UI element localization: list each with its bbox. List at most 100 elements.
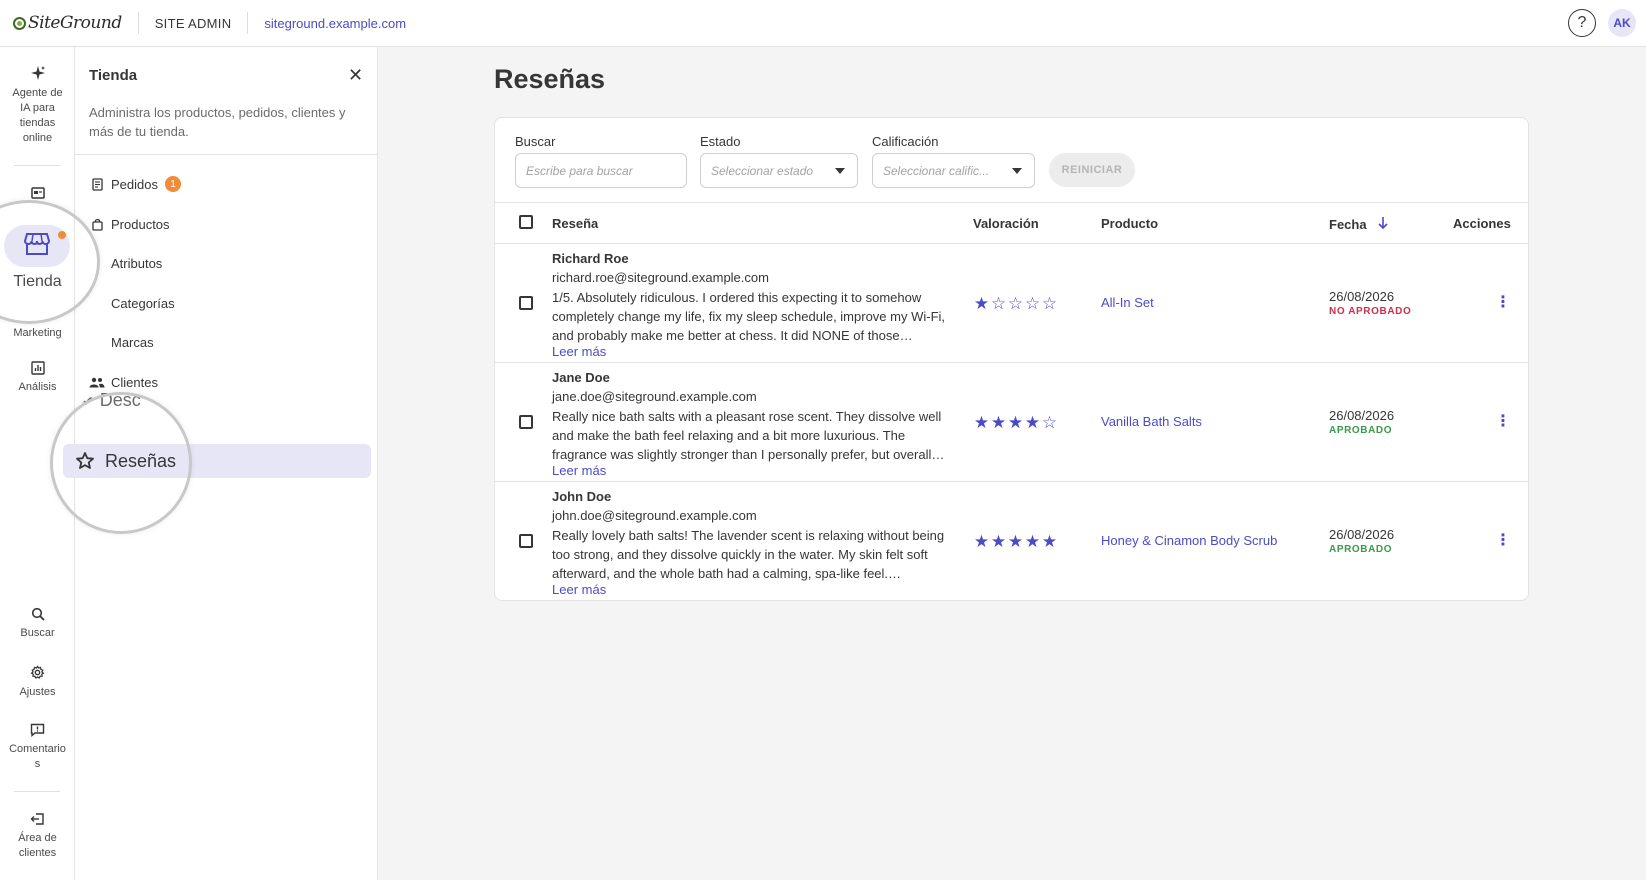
logout-icon xyxy=(30,812,45,826)
divider xyxy=(14,791,60,792)
panel-item-reviews[interactable]: Reseñas xyxy=(63,444,371,478)
divider xyxy=(247,12,249,34)
row-checkbox[interactable] xyxy=(519,415,533,429)
star-filled-icon: ★ xyxy=(1041,532,1058,551)
rail-item-label: Ajustes xyxy=(19,686,56,698)
logo-icon xyxy=(13,16,26,30)
read-more-link[interactable]: Leer más xyxy=(552,344,606,359)
panel-item-brands[interactable]: Marcas xyxy=(75,330,378,354)
more-actions-icon[interactable]: ⋮ xyxy=(1495,411,1511,431)
users-icon xyxy=(89,377,105,388)
sparkle-icon xyxy=(30,65,46,81)
star-empty-icon: ☆ xyxy=(1024,294,1041,313)
avatar[interactable]: AK xyxy=(1608,9,1636,37)
close-icon[interactable]: ✕ xyxy=(348,65,363,86)
rail-item-dashboard[interactable] xyxy=(0,187,75,204)
rail-item-ai-agent[interactable]: Agente de IA para tiendas online xyxy=(0,65,75,146)
reviewer-name: Jane Doe xyxy=(552,370,610,385)
panel-item-discounts-partial[interactable]: ✔ Desc xyxy=(82,390,141,411)
dashboard-icon xyxy=(30,187,45,199)
more-actions-icon[interactable]: ⋮ xyxy=(1495,292,1511,312)
orders-count-badge: 1 xyxy=(164,176,181,192)
column-header-date[interactable]: Fecha xyxy=(1329,216,1388,232)
panel-description: Administra los productos, pedidos, clien… xyxy=(89,105,346,139)
rail-item-label: Área de clientes xyxy=(18,832,57,859)
panel-item-label: Atributos xyxy=(111,255,163,271)
panel-title: Tienda xyxy=(89,67,138,84)
product-link[interactable]: Honey & Cinamon Body Scrub xyxy=(1101,533,1277,548)
panel-item-attributes[interactable]: Atributos xyxy=(75,251,378,275)
search-placeholder: Escribe para buscar xyxy=(526,163,633,178)
column-header-rating[interactable]: Valoración xyxy=(973,216,1039,231)
column-header-product[interactable]: Producto xyxy=(1101,216,1158,231)
more-actions-icon[interactable]: ⋮ xyxy=(1495,530,1511,550)
rail-item-client-area[interactable]: Área de clientes xyxy=(0,812,75,861)
table-header: Reseña Valoración Producto Fecha Accione… xyxy=(495,202,1528,244)
star-empty-icon: ☆ xyxy=(1007,294,1024,313)
status-placeholder: Seleccionar estado xyxy=(711,163,814,178)
page-title: Reseñas xyxy=(494,64,606,94)
top-bar: SiteGround SITE ADMIN siteground.example… xyxy=(0,0,1646,47)
rail-item-label: Tienda xyxy=(13,273,62,290)
product-link[interactable]: All-In Set xyxy=(1101,295,1154,310)
rating-placeholder: Seleccionar calific... xyxy=(883,163,990,178)
site-admin-label: SITE ADMIN xyxy=(154,15,232,31)
rail-item-label: Agente de IA para tiendas online xyxy=(12,87,63,144)
panel-item-orders[interactable]: Pedidos 1 xyxy=(75,172,378,196)
review-date: 26/08/2026 xyxy=(1329,289,1395,304)
select-all-checkbox[interactable] xyxy=(519,215,533,229)
star-filled-icon: ★ xyxy=(990,532,1007,551)
rating-label: Calificación xyxy=(872,134,939,149)
column-header-date-label: Fecha xyxy=(1329,217,1367,232)
rail-item-search[interactable]: Buscar xyxy=(0,607,75,641)
star-filled-icon: ★ xyxy=(990,413,1007,432)
read-more-link[interactable]: Leer más xyxy=(552,582,606,597)
reviews-card: Buscar Escribe para buscar Estado Selecc… xyxy=(494,117,1529,601)
rail-item-comments[interactable]: Comentarios xyxy=(0,723,75,772)
review-text: 1/5. Absolutely ridiculous. I ordered th… xyxy=(552,290,946,343)
reviewer-email: richard.roe@siteground.example.com xyxy=(552,270,769,285)
rating-select[interactable]: Seleccionar calific... xyxy=(872,153,1035,188)
reviewer-name: John Doe xyxy=(552,489,612,504)
reviewer-email: jane.doe@siteground.example.com xyxy=(552,389,757,404)
rail-item-marketing[interactable]: Marketing xyxy=(0,326,75,341)
status-badge: NO APROBADO xyxy=(1329,306,1412,317)
star-filled-icon: ★ xyxy=(973,532,990,551)
search-input[interactable]: Escribe para buscar xyxy=(515,153,687,188)
star-filled-icon: ★ xyxy=(1024,413,1041,432)
star-filled-icon: ★ xyxy=(1007,532,1024,551)
reviewer-email: john.doe@siteground.example.com xyxy=(552,508,757,523)
read-more-link[interactable]: Leer más xyxy=(552,463,606,478)
review-date: 26/08/2026 xyxy=(1329,408,1395,423)
rail-item-analytics[interactable]: Análisis xyxy=(0,361,75,395)
star-empty-icon: ☆ xyxy=(1041,413,1058,432)
panel-item-label: Desc xyxy=(99,390,141,410)
rail-item-settings[interactable]: Ajustes xyxy=(0,665,75,700)
star-filled-icon: ★ xyxy=(1024,532,1041,551)
status-badge: APROBADO xyxy=(1329,425,1393,436)
rail-item-label: Marketing xyxy=(13,327,62,339)
logo-text: SiteGround xyxy=(28,13,122,33)
row-checkbox[interactable] xyxy=(519,296,533,310)
help-button[interactable]: ? xyxy=(1568,9,1596,37)
status-select[interactable]: Seleccionar estado xyxy=(700,153,858,188)
bag-icon xyxy=(89,218,105,231)
row-checkbox[interactable] xyxy=(519,534,533,548)
star-empty-icon: ☆ xyxy=(990,294,1007,313)
panel-item-label: Pedidos xyxy=(111,176,158,192)
reset-button[interactable]: REINICIAR xyxy=(1049,153,1135,187)
site-url-link[interactable]: siteground.example.com xyxy=(264,16,406,31)
siteground-logo[interactable]: SiteGround xyxy=(13,0,122,47)
review-date: 26/08/2026 xyxy=(1329,527,1395,542)
star-filled-icon: ★ xyxy=(973,413,990,432)
panel-item-products[interactable]: Productos xyxy=(75,212,378,236)
store-icon xyxy=(23,232,51,261)
table-row: John Doe john.doe@siteground.example.com R… xyxy=(495,482,1528,600)
panel-item-label: Reseñas xyxy=(105,450,177,471)
product-link[interactable]: Vanilla Bath Salts xyxy=(1101,414,1202,429)
divider xyxy=(137,12,139,34)
review-text: Really lovely bath salts! The lavender s… xyxy=(552,528,945,581)
rating-stars: ★ ★ ★ ★ ☆ xyxy=(973,413,1058,433)
star-filled-icon: ★ xyxy=(1007,413,1024,432)
panel-item-categories[interactable]: Categorías xyxy=(75,291,378,315)
